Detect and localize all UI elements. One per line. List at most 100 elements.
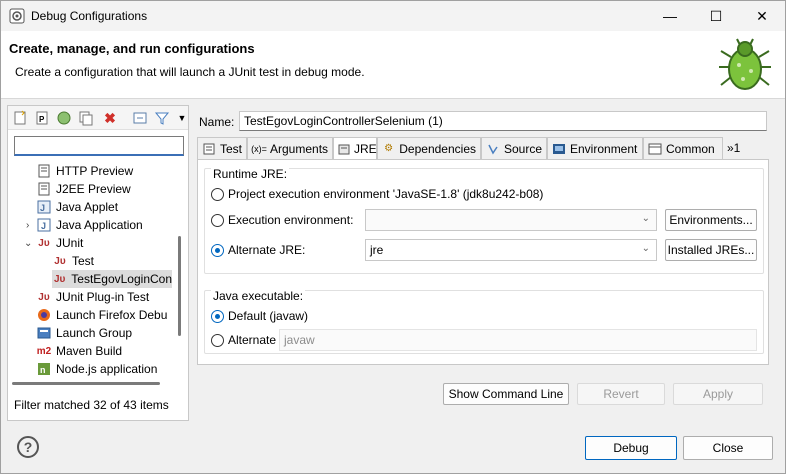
installed-jres-button[interactable]: Installed JREs... <box>665 239 757 261</box>
show-command-line-button[interactable]: Show Command Line <box>443 383 569 405</box>
tree-item-label: Java Applet <box>56 200 119 214</box>
close-button[interactable]: Close <box>683 436 773 460</box>
tree-item-nodejs[interactable]: n Node.js application <box>36 360 157 378</box>
apply-button[interactable]: Apply <box>673 383 763 405</box>
environments-button[interactable]: Environments... <box>665 209 757 231</box>
view-menu-icon[interactable]: ▼ <box>174 110 190 126</box>
radio-button[interactable] <box>211 309 224 323</box>
java-applet-icon: J <box>36 199 52 215</box>
radio-button[interactable] <box>211 213 224 227</box>
debug-button[interactable]: Debug <box>585 436 677 460</box>
alternate-jre-select[interactable]: jre ⌄ <box>365 239 657 261</box>
tree-item-test[interactable]: Jᴜ Test <box>52 252 94 270</box>
new-configuration-icon[interactable] <box>12 110 28 126</box>
filter-status: Filter matched 32 of 43 items <box>14 398 169 412</box>
tree-item-java-applet[interactable]: J Java Applet <box>36 198 118 216</box>
firefox-icon <box>36 307 52 323</box>
alternate-exec-radio[interactable]: Alternate <box>211 333 276 347</box>
tab-overflow[interactable]: »1 <box>723 137 769 159</box>
tab-dependencies[interactable]: ⚙ Dependencies <box>377 137 481 159</box>
svg-text:J: J <box>40 203 45 213</box>
tab-label: Dependencies <box>399 141 476 156</box>
tree-item-label: HTTP Preview <box>56 164 134 178</box>
chevron-down-icon[interactable]: ⌄ <box>24 238 32 249</box>
tab-label: Source <box>503 141 542 156</box>
execution-env-select[interactable]: ⌄ <box>365 209 657 231</box>
tree-item-label: J2EE Preview <box>56 182 131 196</box>
duplicate-icon[interactable] <box>78 110 94 126</box>
chevron-right-icon[interactable]: › <box>26 220 29 231</box>
http-preview-icon <box>36 163 52 179</box>
tab-test[interactable]: Test <box>197 137 247 159</box>
tab-arguments[interactable]: (x)= Arguments <box>247 137 333 159</box>
tree-item-java-application[interactable]: J Java Application <box>36 216 143 234</box>
source-tab-icon <box>486 142 500 156</box>
configuration-tabs: Test (x)= Arguments JRE ⚙ Dependencies S… <box>197 137 769 160</box>
input-value: javaw <box>284 333 315 347</box>
debug-bug-icon <box>719 38 771 90</box>
tree-item-launch-firefox[interactable]: Launch Firefox Debu <box>36 306 167 324</box>
default-javaw-radio[interactable]: Default (javaw) <box>211 309 308 323</box>
tree-item-label: Java Application <box>56 218 143 232</box>
tree-horizontal-scrollbar[interactable] <box>12 382 160 385</box>
window-title: Debug Configurations <box>31 9 148 23</box>
alternate-exec-input[interactable]: javaw <box>279 329 757 351</box>
tab-environment[interactable]: Environment <box>547 137 643 159</box>
radio-label: Alternate <box>228 333 277 347</box>
tree-item-testegovlogincontroller[interactable]: Jᴜ TestEgovLoginCon <box>52 270 172 288</box>
tree-item-label: TestEgovLoginCon <box>71 272 172 286</box>
tree-item-http-preview[interactable]: HTTP Preview <box>36 162 133 180</box>
tab-source[interactable]: Source <box>481 137 547 159</box>
tree-item-junit-plugin-test[interactable]: Jᴜ JUnit Plug-in Test <box>36 288 149 306</box>
delete-icon[interactable]: ✖ <box>102 110 118 126</box>
new-prototype-icon[interactable]: P <box>34 110 50 126</box>
svg-text:J: J <box>41 221 46 231</box>
radio-button[interactable] <box>211 333 224 347</box>
arguments-tab-icon: (x)= <box>251 143 267 154</box>
radio-button[interactable] <box>211 243 224 257</box>
test-tab-icon <box>202 142 216 156</box>
configurations-panel: P ✖ ▼ HTTP Preview J2EE Preview J Java A… <box>7 105 189 421</box>
dialog-header: Create, manage, and run configurations C… <box>1 31 785 99</box>
filter-icon[interactable] <box>154 110 170 126</box>
collapse-all-icon[interactable] <box>132 110 148 126</box>
execution-env-radio[interactable]: Execution environment: <box>211 213 353 227</box>
tab-common[interactable]: Common <box>643 137 723 159</box>
dependencies-tab-icon: ⚙ <box>384 143 394 154</box>
tree-item-j2ee-preview[interactable]: J2EE Preview <box>36 180 131 198</box>
header-title: Create, manage, and run configurations <box>9 41 255 56</box>
java-executable-title: Java executable: <box>211 289 306 303</box>
java-application-icon: J <box>36 217 52 233</box>
overflow-tab-icon: »1 <box>727 141 741 155</box>
configurations-toolbar: P ✖ ▼ <box>8 106 188 130</box>
select-value: jre <box>370 243 384 257</box>
chevron-down-icon: ⌄ <box>641 213 650 224</box>
help-icon[interactable]: ? <box>17 436 39 458</box>
tree-item-label: Maven Build <box>56 344 123 358</box>
radio-button[interactable] <box>211 187 224 201</box>
radio-label: Project execution environment 'JavaSE-1.… <box>228 187 544 201</box>
export-icon[interactable] <box>56 110 72 126</box>
svg-text:P: P <box>39 115 45 124</box>
revert-button[interactable]: Revert <box>577 383 665 405</box>
configuration-editor: Name: TestEgovLoginControllerSelenium (1… <box>195 105 775 421</box>
maximize-icon[interactable]: ☐ <box>693 1 739 31</box>
filter-input[interactable] <box>14 136 184 156</box>
tree-item-maven-build[interactable]: m2 Maven Build <box>36 342 122 360</box>
tab-label: Environment <box>570 141 638 156</box>
close-icon[interactable]: ✕ <box>739 1 785 31</box>
tree-item-label: JUnit <box>56 236 84 250</box>
tab-label: JRE <box>354 142 377 156</box>
minimize-icon[interactable]: — <box>647 1 693 31</box>
tab-jre[interactable]: JRE <box>333 137 377 160</box>
configuration-name-input[interactable]: TestEgovLoginControllerSelenium (1) <box>239 111 767 131</box>
alternate-jre-radio[interactable]: Alternate JRE: <box>211 243 305 257</box>
tree-vertical-scrollbar[interactable] <box>178 236 181 336</box>
project-env-radio[interactable]: Project execution environment 'JavaSE-1.… <box>211 187 543 201</box>
tree-item-launch-group[interactable]: Launch Group <box>36 324 132 342</box>
launch-group-icon <box>36 325 52 341</box>
radio-label: Alternate JRE: <box>228 243 306 257</box>
tree-item-junit[interactable]: Jᴜ JUnit <box>36 234 83 252</box>
radio-label: Default (javaw) <box>228 309 309 323</box>
j2ee-preview-icon <box>36 181 52 197</box>
